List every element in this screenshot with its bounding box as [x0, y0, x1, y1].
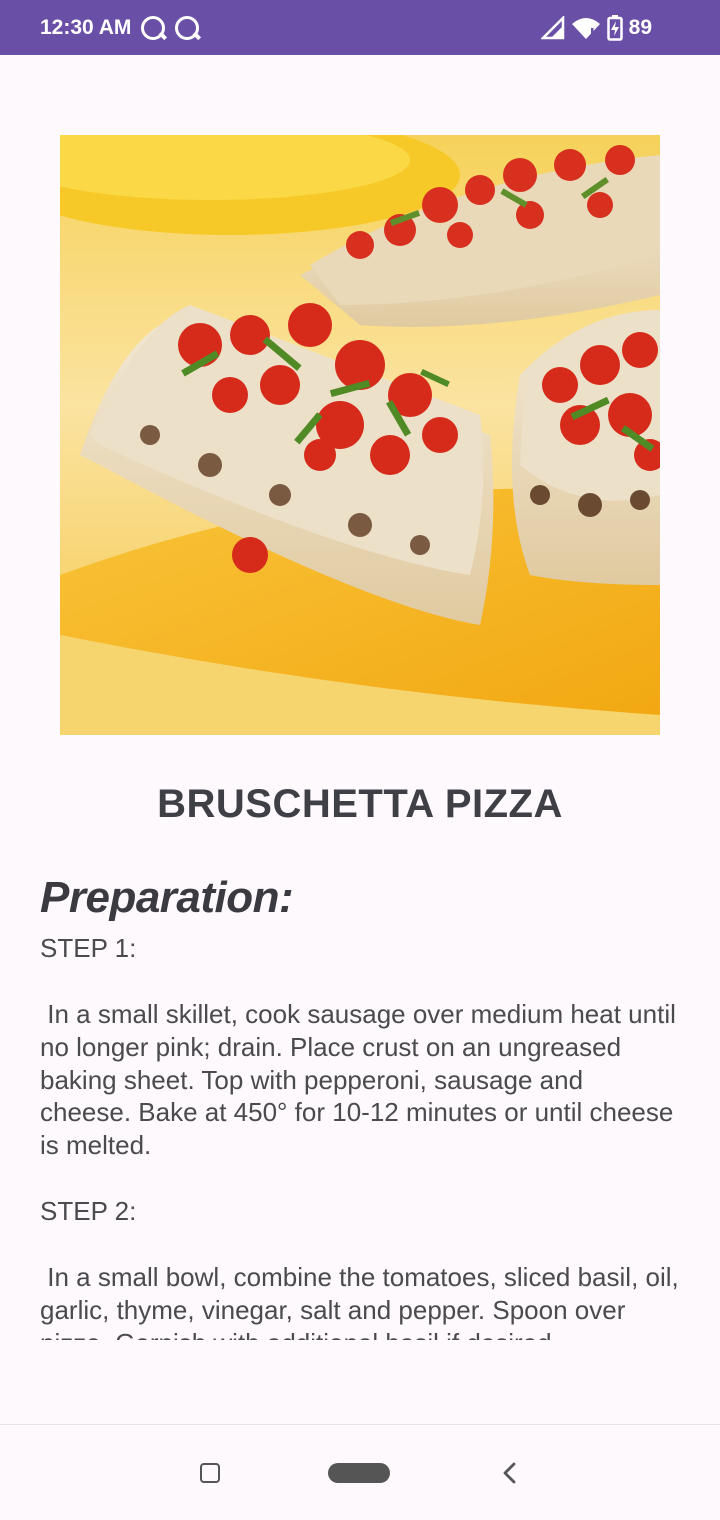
- preparation-section: Preparation: STEP 1: In a small skillet,…: [40, 872, 680, 1340]
- status-time: 12:30 AM: [40, 15, 132, 39]
- preparation-heading: Preparation:: [40, 873, 294, 922]
- recipe-image: [60, 135, 660, 735]
- back-icon[interactable]: [498, 1461, 522, 1485]
- bruschetta-pizza-photo: [60, 135, 660, 735]
- step-2-label: STEP 2:: [40, 1195, 137, 1226]
- wifi-icon: [571, 17, 600, 39]
- signal-icon: [540, 15, 564, 39]
- battery-charging-icon: [606, 14, 623, 41]
- navigation-bar: [0, 1424, 720, 1520]
- recents-icon[interactable]: [200, 1463, 220, 1483]
- q-icon: [141, 15, 166, 40]
- recipe-title: BRUSCHETTA PIZZA: [157, 782, 563, 826]
- step-1-text: In a small skillet, cook sausage over me…: [40, 999, 676, 1161]
- q-icon: [175, 15, 200, 40]
- step-2-text: In a small bowl, combine the tomatoes, s…: [40, 1261, 679, 1340]
- status-bar: 12:30 AM 89: [0, 0, 720, 55]
- step-1-label: STEP 1:: [40, 933, 137, 963]
- battery-level: 89: [628, 15, 652, 39]
- home-pill-icon[interactable]: [328, 1463, 390, 1483]
